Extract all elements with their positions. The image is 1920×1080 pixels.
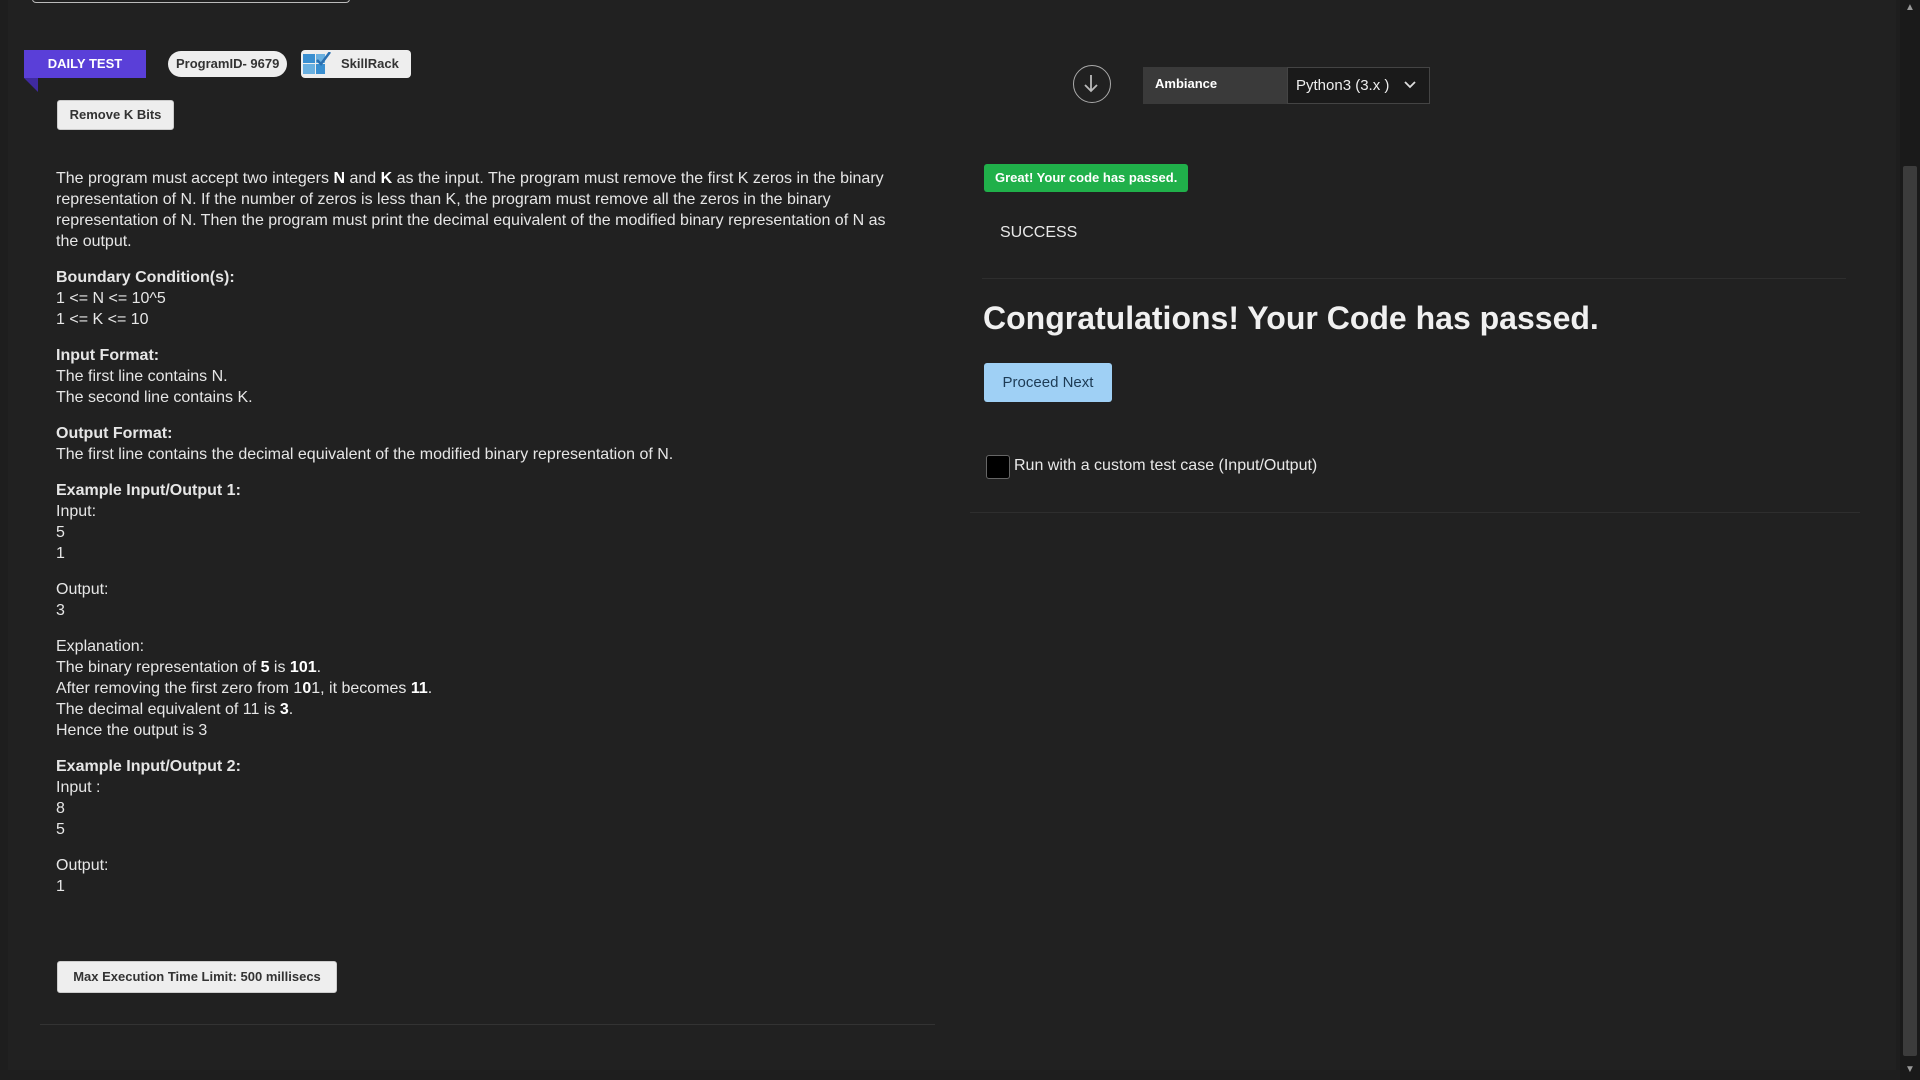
example-1-heading: Example Input/Output 1: (56, 482, 241, 499)
theme-selector[interactable]: Ambiance (1143, 67, 1288, 104)
example-2-heading: Example Input/Output 2: (56, 758, 241, 775)
top-field-stub (32, 0, 350, 3)
daily-test-tag-tail (24, 78, 38, 92)
daily-test-tag: DAILY TEST (24, 50, 146, 78)
passed-badge: Great! Your code has passed. (984, 164, 1189, 192)
example-2-input: Example Input/Output 2: Input : 8 5 (56, 758, 241, 838)
example-1-explanation: Explanation: The binary representation o… (56, 638, 433, 739)
boundary-heading: Boundary Condition(s): (56, 269, 235, 286)
boundary-section: Boundary Condition(s): 1 <= N <= 10^5 1 … (56, 269, 235, 328)
language-value: Python3 (3.x ) (1296, 77, 1390, 94)
skillrack-brand: SkillRack (301, 50, 411, 78)
input-format-section: Input Format: The first line contains N.… (56, 347, 253, 406)
left-divider (40, 1024, 935, 1025)
skillrack-logo-icon (303, 52, 331, 74)
scroll-down-icon[interactable]: ▼ (1904, 1064, 1916, 1076)
skillrack-label: SkillRack (341, 56, 399, 71)
status-text: SUCCESS (1000, 224, 1078, 241)
result-divider (982, 278, 1846, 279)
custom-test-checkbox[interactable] (986, 455, 1010, 479)
program-id-badge: ProgramID- 9679 (168, 51, 288, 77)
input-format-heading: Input Format: (56, 347, 160, 364)
example-2-output: Output: 1 (56, 857, 109, 895)
problem-statement: The program must accept two integers N a… (56, 168, 906, 912)
output-format-heading: Output Format: (56, 425, 173, 442)
output-format-section: Output Format: The first line contains t… (56, 425, 674, 463)
congrats-heading: Congratulations! Your Code has passed. (983, 300, 1599, 336)
example-1-input: Example Input/Output 1: Input: 5 1 (56, 482, 241, 562)
panel-divider (970, 512, 1860, 513)
scrollbar-thumb[interactable] (1903, 166, 1917, 1056)
custom-test-label[interactable]: Run with a custom test case (Input/Outpu… (1014, 457, 1317, 475)
proceed-next-button[interactable]: Proceed Next (984, 363, 1112, 402)
problem-intro: The program must accept two integers N a… (56, 170, 886, 250)
vertical-scrollbar[interactable]: ▲ ▼ (1900, 0, 1920, 1080)
problem-title-button[interactable]: Remove K Bits (57, 100, 174, 130)
example-1-output: Output: 3 (56, 581, 109, 619)
arrow-down-icon (1084, 75, 1098, 93)
download-button[interactable] (1073, 65, 1111, 103)
time-limit-badge: Max Execution Time Limit: 500 millisecs (57, 961, 337, 993)
language-select[interactable]: Python3 (3.x ) (1287, 67, 1430, 104)
chevron-down-icon (1404, 81, 1416, 89)
scroll-up-icon[interactable]: ▲ (1904, 2, 1916, 14)
